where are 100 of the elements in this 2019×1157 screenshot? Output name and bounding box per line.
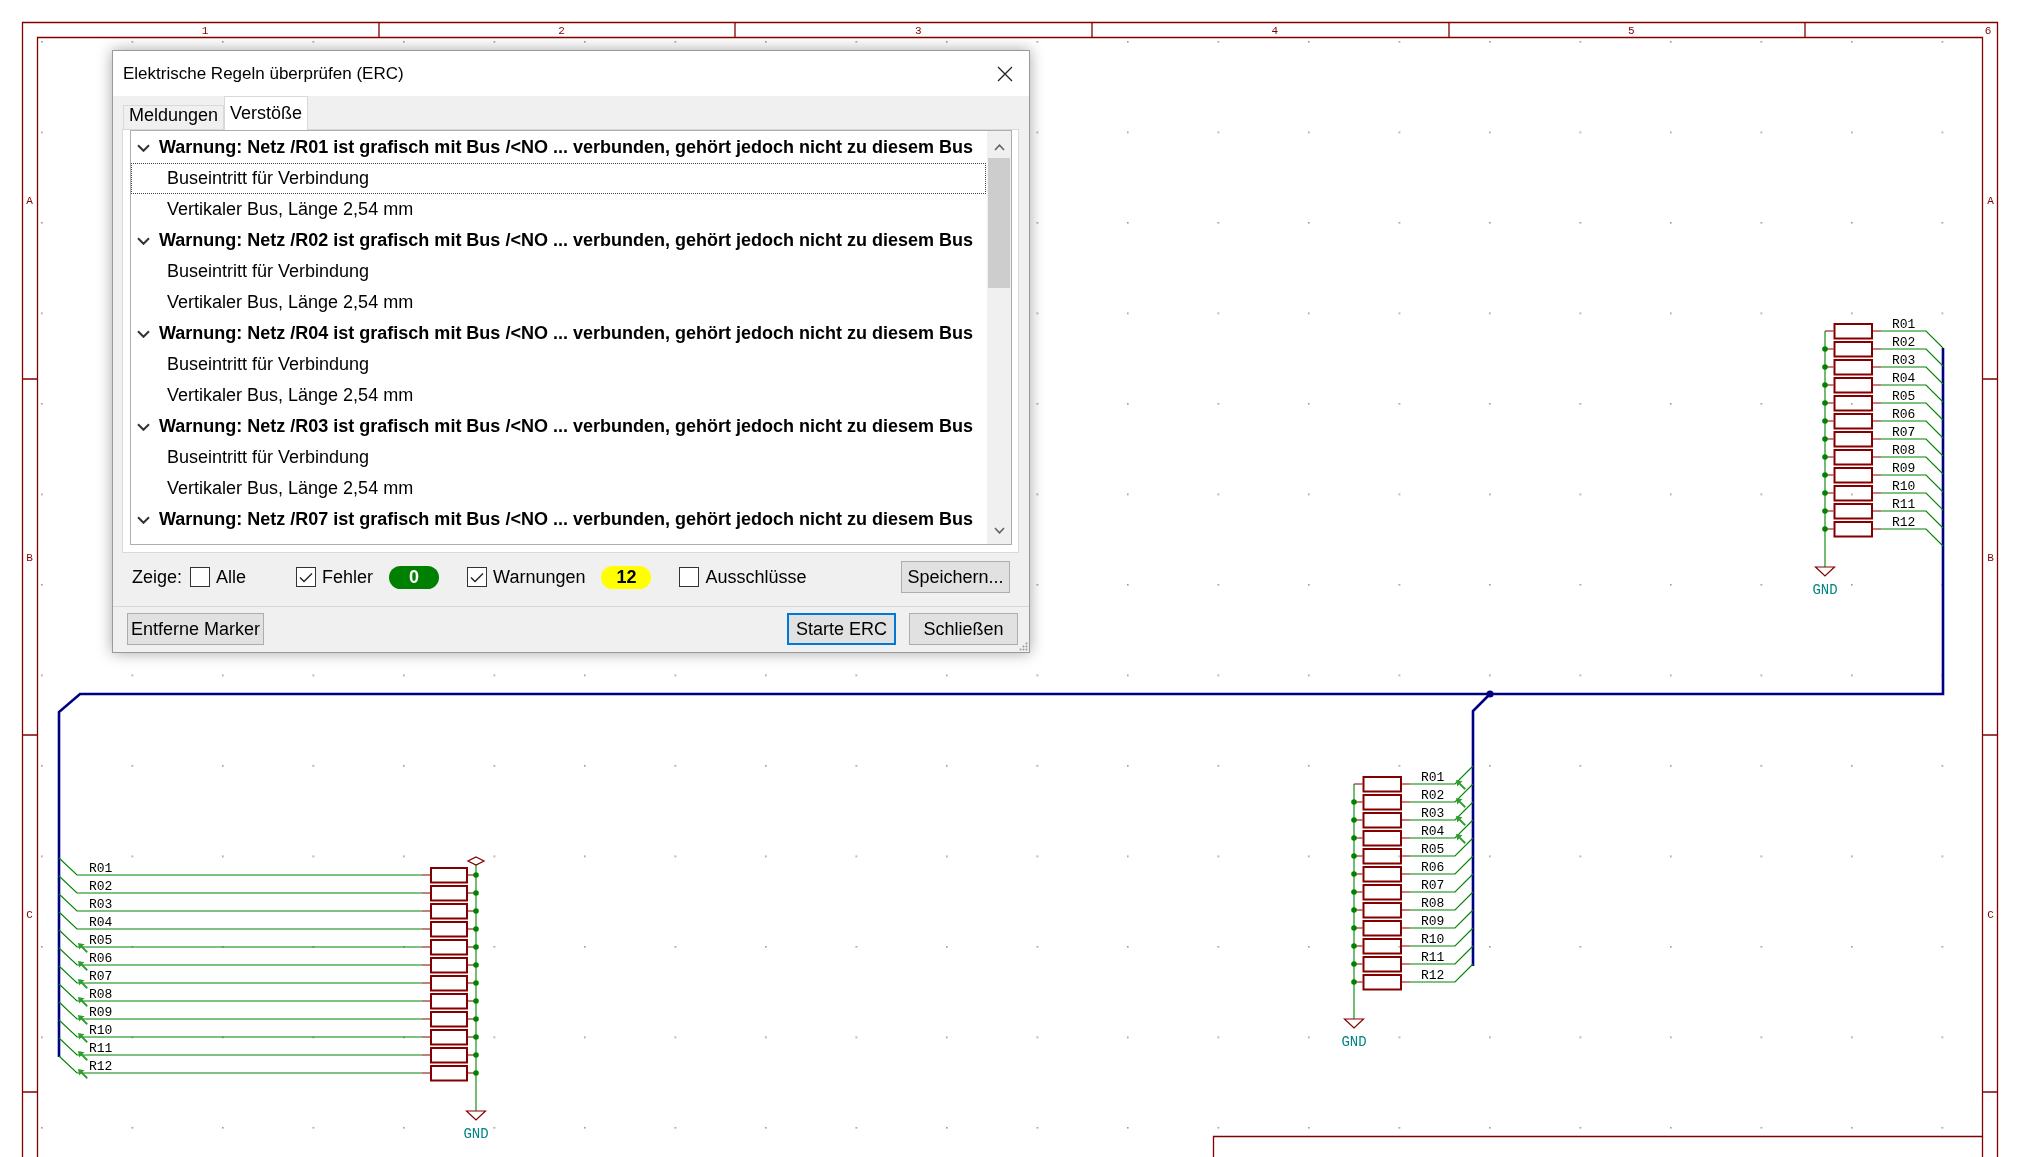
checkbox-icon[interactable] (190, 567, 211, 587)
wire (1880, 456, 1944, 475)
wire (1409, 801, 1474, 821)
net-label: R01 (1892, 317, 1916, 332)
tree-row[interactable]: Warnung: Netz /R04 ist grafisch mit Bus /<NO ... verbunden, gehört jedoch nicht zu diesem Bus (131, 318, 986, 349)
net-label: R05 (1892, 389, 1916, 404)
tree-row[interactable]: Buseintritt für Verbindung (131, 163, 986, 194)
tab[interactable]: Meldungen (123, 105, 225, 129)
wire (1409, 963, 1474, 983)
junction-dot (1822, 346, 1828, 352)
wire (1880, 492, 1944, 511)
net-label: R05 (89, 933, 113, 948)
sheet-row-label: B (1987, 552, 1994, 564)
junction-dot (1351, 817, 1357, 823)
wire (1409, 837, 1474, 857)
net-label: R09 (1421, 914, 1445, 929)
net-label: R04 (1421, 824, 1445, 839)
junction-dot (473, 872, 479, 878)
wire (1880, 510, 1944, 529)
sheet-column-label: 4 (1271, 24, 1279, 37)
junction-dot (1351, 799, 1357, 805)
net-label: R09 (89, 1005, 113, 1020)
tree-row[interactable]: Vertikaler Bus, Länge 2,54 mm (131, 473, 986, 504)
tab[interactable]: Verstöße (224, 96, 309, 130)
tree-row[interactable]: Warnung: Netz /R03 ist grafisch mit Bus /<NO ... verbunden, gehört jedoch nicht zu diesem Bus (131, 411, 986, 442)
checkbox-icon[interactable] (679, 567, 700, 587)
tree-row[interactable]: Vertikaler Bus, Länge 2,54 mm (131, 287, 986, 318)
tree-row[interactable]: Warnung: Netz /R02 ist grafisch mit Bus /<NO ... verbunden, gehört jedoch nicht zu diesem Bus (131, 225, 986, 256)
resistor-symbol (1824, 323, 1882, 340)
filter-checkbox[interactable]: Warnungen (467, 563, 586, 591)
sheet-column-label: 6 (1984, 24, 1992, 37)
wire (1409, 873, 1474, 893)
net-label: R11 (1892, 497, 1916, 512)
junction-dot (473, 998, 479, 1004)
wire (1409, 855, 1474, 875)
net-label: R11 (89, 1041, 113, 1056)
dialog-button[interactable]: Starte ERC (787, 613, 896, 645)
scroll-down-icon[interactable] (993, 527, 1005, 534)
net-label: R12 (1892, 515, 1916, 530)
chevron-icon[interactable] (137, 329, 150, 338)
junction-dot (1351, 853, 1357, 859)
chevron-icon[interactable] (137, 422, 150, 431)
scrollbar-thumb[interactable] (988, 158, 1010, 288)
wire (1880, 330, 1944, 349)
junction-dot (1822, 472, 1828, 478)
net-label: R12 (89, 1059, 113, 1074)
tree-row[interactable]: Buseintritt für Verbindung (131, 442, 986, 473)
filter-checkbox[interactable]: Ausschlüsse (679, 563, 807, 591)
wire (1880, 438, 1944, 457)
wire (1880, 420, 1944, 439)
ground-label: GND (463, 1126, 489, 1142)
scroll-up-icon[interactable] (993, 144, 1005, 151)
junction-dot (1822, 364, 1828, 370)
ground-symbol (465, 1110, 487, 1121)
junction-dot (1822, 526, 1828, 532)
net-label: R07 (89, 969, 113, 984)
wire (1880, 474, 1944, 493)
sheet-row-label: A (26, 195, 33, 207)
wire (1880, 348, 1944, 367)
junction-dot (1351, 907, 1357, 913)
resize-grip-icon[interactable] (1019, 642, 1028, 651)
net-label: R06 (1892, 407, 1916, 422)
net-label: R06 (1421, 860, 1445, 875)
net-label: R10 (1892, 479, 1916, 494)
net-label: R07 (1421, 878, 1445, 893)
tree-row[interactable]: Buseintritt für Verbindung (131, 349, 986, 380)
ground-label: GND (1341, 1034, 1367, 1050)
junction-dot (1822, 508, 1828, 514)
dialog-button[interactable]: Entferne Marker (127, 613, 265, 645)
tree-row[interactable]: Warnung: Netz /R01 ist grafisch mit Bus /<NO ... verbunden, gehört jedoch nicht zu diesem Bus (131, 132, 986, 163)
wire (1409, 819, 1474, 839)
filter-checkbox[interactable]: Alle (190, 563, 247, 591)
resistor-symbol (1353, 776, 1411, 793)
net-label: R07 (1892, 425, 1916, 440)
dialog-button[interactable]: Schließen (909, 613, 1018, 645)
checkbox-icon[interactable] (467, 567, 488, 587)
sheet-column-label: 2 (558, 24, 565, 37)
tree-row[interactable]: Buseintritt für Verbindung (131, 256, 986, 287)
chevron-icon[interactable] (137, 143, 150, 152)
close-icon[interactable] (997, 65, 1013, 82)
chevron-icon[interactable] (137, 236, 150, 245)
filter-checkbox[interactable]: Fehler (296, 563, 374, 591)
scrollbar[interactable] (987, 131, 1011, 544)
net-label: R08 (1421, 896, 1445, 911)
net-label: R08 (1892, 443, 1916, 458)
wire (1409, 945, 1474, 965)
tree-row[interactable]: Vertikaler Bus, Länge 2,54 mm (131, 380, 986, 411)
checkbox-icon[interactable] (296, 567, 317, 587)
junction-dot (473, 1070, 479, 1076)
save-button[interactable]: Speichern... (901, 561, 1010, 593)
ground-symbol (1814, 566, 1836, 577)
net-label: R08 (89, 987, 113, 1002)
junction-dot (473, 980, 479, 986)
tree-row[interactable]: Warnung: Netz /R07 ist grafisch mit Bus /<NO ... verbunden, gehört jedoch nicht zu diesem Bus (131, 504, 986, 535)
tree-row[interactable]: Vertikaler Bus, Länge 2,54 mm (131, 194, 986, 225)
chevron-icon[interactable] (137, 515, 150, 524)
net-label: R06 (89, 951, 113, 966)
sheet-row-label: C (26, 909, 33, 921)
junction-dot (1822, 490, 1828, 496)
net-label: R05 (1421, 842, 1445, 857)
